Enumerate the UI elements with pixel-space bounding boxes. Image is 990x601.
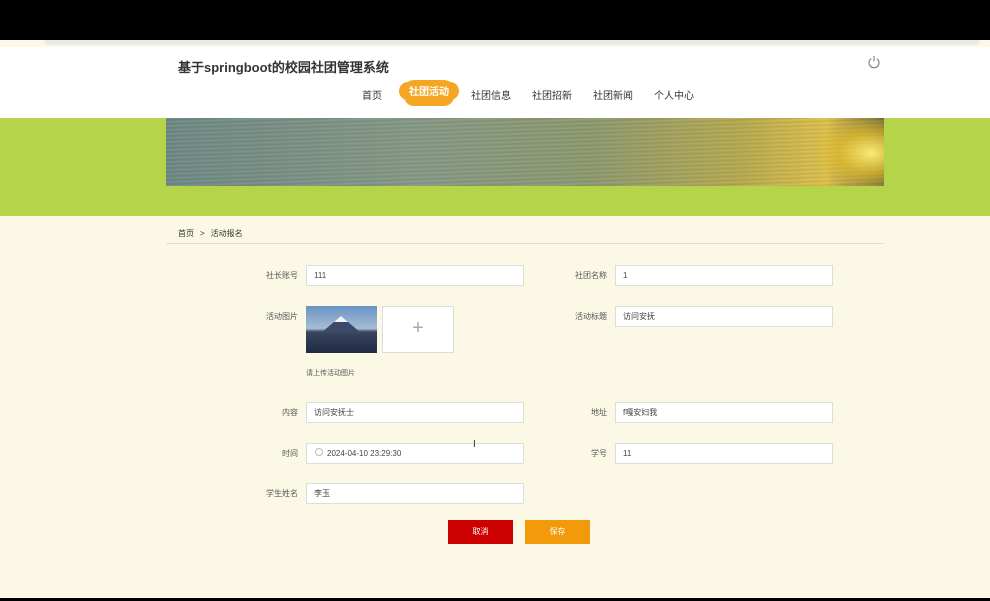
activity-title-label: 活动标题: [575, 312, 607, 321]
nav-item-club-info[interactable]: 社团信息: [471, 87, 511, 102]
activity-title-field[interactable]: [615, 306, 833, 327]
content-field[interactable]: [306, 402, 524, 423]
plus-icon: +: [412, 317, 424, 339]
nav-item-personal-center[interactable]: 个人中心: [654, 87, 694, 102]
address-field[interactable]: [615, 402, 833, 423]
main-nav: 首页 社团活动 社团信息 社团招新 社团新闻 个人中心: [0, 80, 990, 110]
content-label: 内容: [282, 408, 298, 417]
activity-image-thumbnail[interactable]: [306, 306, 377, 353]
clock-icon: [315, 448, 323, 456]
student-id-field[interactable]: [615, 443, 833, 464]
site-title: 基于springboot的校园社团管理系统: [178, 60, 389, 75]
breadcrumb: 首页 > 活动报名: [178, 228, 249, 239]
address-label: 地址: [591, 408, 607, 417]
time-label: 时间: [282, 449, 298, 458]
club-name-field[interactable]: [615, 265, 833, 286]
student-name-label: 学生姓名: [266, 489, 298, 498]
activity-image-label: 活动图片: [266, 312, 298, 321]
president-account-label: 社长账号: [266, 271, 298, 280]
breadcrumb-home[interactable]: 首页: [178, 229, 194, 238]
nav-item-club-activities[interactable]: 社团活动: [403, 82, 455, 104]
browser-top-strip: [44, 40, 980, 45]
page: 基于springboot的校园社团管理系统 首页 社团活动 社团信息 社团招新 …: [0, 40, 990, 598]
breadcrumb-separator: >: [200, 229, 205, 238]
student-name-field[interactable]: [306, 483, 524, 504]
upload-hint: 请上传活动图片: [306, 370, 355, 377]
breadcrumb-divider: [166, 243, 884, 244]
nav-item-club-recruitment[interactable]: 社团招新: [532, 87, 572, 102]
save-button[interactable]: 保存: [525, 520, 590, 544]
student-id-label: 学号: [591, 449, 607, 458]
image-upload-button[interactable]: +: [382, 306, 454, 353]
snow-cap-shape: [334, 316, 348, 322]
power-icon[interactable]: [867, 55, 881, 69]
text-cursor-icon: I: [473, 439, 476, 450]
banner-image: [166, 118, 884, 186]
time-picker[interactable]: [306, 443, 524, 464]
club-name-label: 社团名称: [575, 271, 607, 280]
nav-item-club-news[interactable]: 社团新闻: [593, 87, 633, 102]
breadcrumb-current: 活动报名: [210, 229, 243, 238]
president-account-field[interactable]: [306, 265, 524, 286]
header: 基于springboot的校园社团管理系统 首页 社团活动 社团信息 社团招新 …: [0, 47, 990, 118]
cancel-button[interactable]: 取消: [448, 520, 513, 544]
nav-item-home[interactable]: 首页: [362, 87, 382, 102]
